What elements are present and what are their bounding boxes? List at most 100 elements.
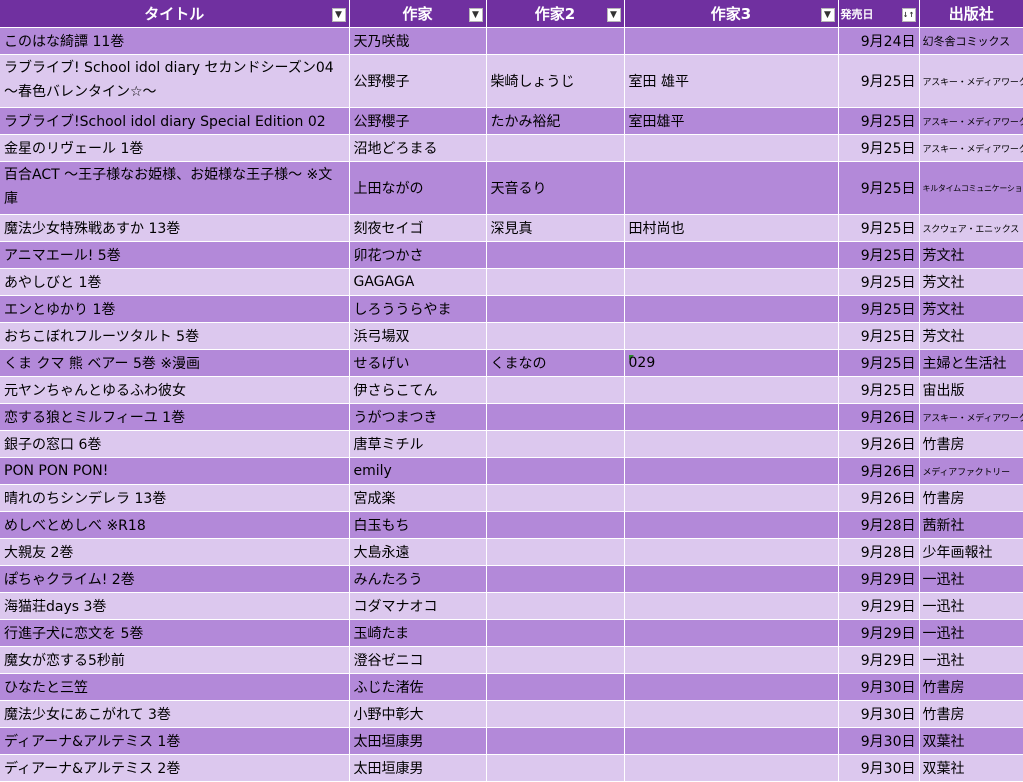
cell-author2[interactable] xyxy=(486,135,624,162)
cell-publisher[interactable]: アスキー・メディアワークス xyxy=(919,404,1023,431)
cell-author2[interactable] xyxy=(486,674,624,701)
cell-publisher[interactable]: 一迅社 xyxy=(919,566,1023,593)
cell-release-date[interactable]: 9月25日 xyxy=(838,323,919,350)
cell-author1[interactable]: 唐草ミチル xyxy=(349,431,486,458)
filter-dropdown-icon[interactable]: ▼ xyxy=(821,8,835,22)
cell-author1[interactable]: 伊さらこてん xyxy=(349,377,486,404)
cell-author2[interactable] xyxy=(486,28,624,55)
cell-release-date[interactable]: 9月29日 xyxy=(838,647,919,674)
cell-author3[interactable] xyxy=(624,323,838,350)
cell-author1[interactable]: うがつまつき xyxy=(349,404,486,431)
cell-publisher[interactable]: メディアファクトリー xyxy=(919,458,1023,485)
cell-author1[interactable]: 公野櫻子 xyxy=(349,55,486,108)
cell-release-date[interactable]: 9月25日 xyxy=(838,296,919,323)
cell-release-date[interactable]: 9月25日 xyxy=(838,215,919,242)
cell-publisher[interactable]: スクウェア・エニックス xyxy=(919,215,1023,242)
cell-author3[interactable] xyxy=(624,28,838,55)
cell-author2[interactable] xyxy=(486,620,624,647)
cell-publisher[interactable]: 幻冬舎コミックス xyxy=(919,28,1023,55)
cell-publisher[interactable]: 少年画報社 xyxy=(919,539,1023,566)
cell-title[interactable]: 魔法少女にあこがれて 3巻 xyxy=(0,701,349,728)
cell-author1[interactable]: 刻夜セイゴ xyxy=(349,215,486,242)
cell-title[interactable]: 元ヤンちゃんとゆるふわ彼女 xyxy=(0,377,349,404)
cell-author1[interactable]: 太田垣康男 xyxy=(349,755,486,782)
cell-release-date[interactable]: 9月25日 xyxy=(838,350,919,377)
cell-author3[interactable] xyxy=(624,377,838,404)
sort-filter-icon[interactable]: ↓↑ xyxy=(902,8,916,22)
cell-title[interactable]: 恋する狼とミルフィーユ 1巻 xyxy=(0,404,349,431)
cell-release-date[interactable]: 9月26日 xyxy=(838,404,919,431)
cell-publisher[interactable]: キルタイムコミュニケーション xyxy=(919,162,1023,215)
cell-title[interactable]: 魔法少女特殊戦あすか 13巻 xyxy=(0,215,349,242)
cell-author3[interactable] xyxy=(624,647,838,674)
header-author2[interactable]: 作家2 ▼ xyxy=(486,0,624,28)
cell-author1[interactable]: しろううらやま xyxy=(349,296,486,323)
cell-author1[interactable]: コダマナオコ xyxy=(349,593,486,620)
header-author1[interactable]: 作家 ▼ xyxy=(349,0,486,28)
cell-title[interactable]: めしべとめしべ ※R18 xyxy=(0,512,349,539)
cell-author2[interactable] xyxy=(486,269,624,296)
cell-author2[interactable]: くまなの xyxy=(486,350,624,377)
cell-release-date[interactable]: 9月29日 xyxy=(838,620,919,647)
cell-author3[interactable]: 田村尚也 xyxy=(624,215,838,242)
filter-dropdown-icon[interactable]: ▼ xyxy=(469,8,483,22)
cell-author1[interactable]: 上田ながの xyxy=(349,162,486,215)
header-release[interactable]: 発売日 ↓↑ xyxy=(838,0,919,28)
cell-author2[interactable] xyxy=(486,512,624,539)
cell-author3[interactable] xyxy=(624,566,838,593)
cell-publisher[interactable]: 茜新社 xyxy=(919,512,1023,539)
cell-release-date[interactable]: 9月28日 xyxy=(838,539,919,566)
cell-author2[interactable]: 深見真 xyxy=(486,215,624,242)
cell-release-date[interactable]: 9月25日 xyxy=(838,242,919,269)
cell-author1[interactable]: 玉崎たま xyxy=(349,620,486,647)
cell-author1[interactable]: 卯花つかさ xyxy=(349,242,486,269)
cell-author1[interactable]: みんたろう xyxy=(349,566,486,593)
cell-release-date[interactable]: 9月24日 xyxy=(838,28,919,55)
cell-release-date[interactable]: 9月26日 xyxy=(838,458,919,485)
cell-release-date[interactable]: 9月28日 xyxy=(838,512,919,539)
cell-publisher[interactable]: 芳文社 xyxy=(919,296,1023,323)
cell-author3[interactable] xyxy=(624,431,838,458)
cell-title[interactable]: PON PON PON! xyxy=(0,458,349,485)
cell-author1[interactable]: せるげい xyxy=(349,350,486,377)
cell-author1[interactable]: 小野中彰大 xyxy=(349,701,486,728)
cell-release-date[interactable]: 9月30日 xyxy=(838,755,919,782)
cell-author1[interactable]: ふじた渚佐 xyxy=(349,674,486,701)
cell-author2[interactable] xyxy=(486,485,624,512)
cell-publisher[interactable]: 宙出版 xyxy=(919,377,1023,404)
cell-author2[interactable] xyxy=(486,647,624,674)
cell-title[interactable]: ディアーナ&アルテミス 1巻 xyxy=(0,728,349,755)
cell-release-date[interactable]: 9月30日 xyxy=(838,728,919,755)
cell-author1[interactable]: 浜弓場双 xyxy=(349,323,486,350)
cell-author3[interactable] xyxy=(624,296,838,323)
cell-author3[interactable] xyxy=(624,485,838,512)
cell-author3[interactable] xyxy=(624,755,838,782)
cell-author2[interactable] xyxy=(486,593,624,620)
filter-dropdown-icon[interactable]: ▼ xyxy=(332,8,346,22)
cell-author2[interactable] xyxy=(486,539,624,566)
cell-author3[interactable] xyxy=(624,404,838,431)
cell-title[interactable]: ひなたと三笠 xyxy=(0,674,349,701)
cell-author3[interactable] xyxy=(624,674,838,701)
cell-title[interactable]: エンとゆかり 1巻 xyxy=(0,296,349,323)
cell-author2[interactable] xyxy=(486,458,624,485)
cell-release-date[interactable]: 9月25日 xyxy=(838,108,919,135)
cell-title[interactable]: ディアーナ&アルテミス 2巻 xyxy=(0,755,349,782)
cell-title[interactable]: 百合ACT ～王子様なお姫様、お姫様な王子様～ ※文庫 xyxy=(0,162,349,215)
cell-publisher[interactable]: 一迅社 xyxy=(919,647,1023,674)
cell-author1[interactable]: emily xyxy=(349,458,486,485)
cell-author2[interactable] xyxy=(486,296,624,323)
cell-release-date[interactable]: 9月26日 xyxy=(838,485,919,512)
cell-title[interactable]: 銀子の窓口 6巻 xyxy=(0,431,349,458)
header-title[interactable]: タイトル ▼ xyxy=(0,0,349,28)
cell-title[interactable]: このはな綺譚 11巻 xyxy=(0,28,349,55)
cell-author1[interactable]: 公野櫻子 xyxy=(349,108,486,135)
cell-author1[interactable]: GAGAGA xyxy=(349,269,486,296)
cell-publisher[interactable]: 芳文社 xyxy=(919,269,1023,296)
cell-publisher[interactable]: 一迅社 xyxy=(919,593,1023,620)
cell-publisher[interactable]: 双葉社 xyxy=(919,755,1023,782)
cell-author1[interactable]: 宮成楽 xyxy=(349,485,486,512)
cell-publisher[interactable]: 竹書房 xyxy=(919,485,1023,512)
cell-release-date[interactable]: 9月25日 xyxy=(838,162,919,215)
cell-author2[interactable] xyxy=(486,404,624,431)
